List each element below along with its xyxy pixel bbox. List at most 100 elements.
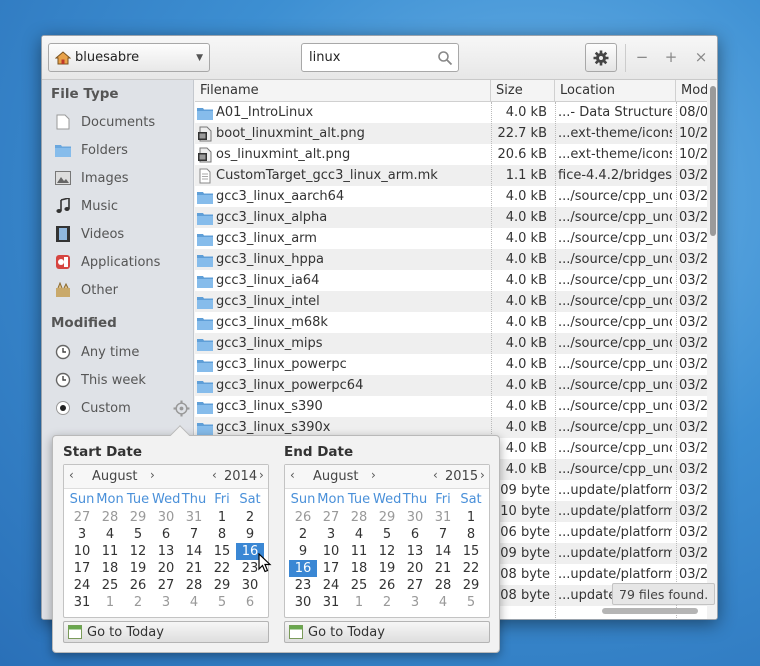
calendar-day[interactable]: 19: [124, 560, 152, 577]
search-box[interactable]: [301, 43, 459, 72]
calendar-day[interactable]: 30: [152, 509, 180, 526]
table-row[interactable]: boot_linuxmint_alt.png 22.7 kB ...ext-them…: [195, 123, 707, 144]
filter-images[interactable]: Images: [54, 167, 129, 189]
calendar-day[interactable]: 3: [152, 594, 180, 611]
calendar-day[interactable]: 5: [373, 526, 401, 543]
modified-any-time[interactable]: Any time: [54, 341, 139, 363]
calendar-day[interactable]: 14: [180, 543, 208, 560]
next-month-button[interactable]: ›: [150, 468, 155, 482]
filter-folders[interactable]: Folders: [54, 139, 128, 161]
calendar-day[interactable]: 18: [96, 560, 124, 577]
calendar-day[interactable]: 26: [124, 577, 152, 594]
calendar-day[interactable]: 26: [373, 577, 401, 594]
calendar-day[interactable]: 4: [96, 526, 124, 543]
prev-month-button[interactable]: ‹: [69, 468, 74, 482]
calendar-day[interactable]: 29: [457, 577, 485, 594]
column-location[interactable]: Location: [555, 80, 676, 102]
maximize-button[interactable]: +: [658, 44, 684, 70]
filter-other[interactable]: Other: [54, 279, 118, 301]
calendar-day[interactable]: 24: [68, 577, 96, 594]
calendar-day[interactable]: 1: [457, 509, 485, 526]
table-row[interactable]: CustomTarget_gcc3_linux_arm.mk 1.1 kB fice…: [195, 165, 707, 186]
table-row[interactable]: os_linuxmint_alt.png 20.6 kB ...ext-theme/…: [195, 144, 707, 165]
calendar-day[interactable]: 11: [345, 543, 373, 560]
table-row[interactable]: gcc3_linux_ia64 4.0 kB .../source/cpp_uno 0…: [195, 270, 707, 291]
calendar-day[interactable]: 3: [68, 526, 96, 543]
prev-year-button[interactable]: ‹: [433, 468, 438, 482]
calendar-day[interactable]: 6: [401, 526, 429, 543]
calendar-day[interactable]: 6: [152, 526, 180, 543]
calendar-day[interactable]: 16: [289, 560, 317, 577]
table-row[interactable]: gcc3_linux_s390 4.0 kB .../source/cpp_uno 0…: [195, 396, 707, 417]
calendar-day[interactable]: 17: [68, 560, 96, 577]
gear-icon[interactable]: [173, 400, 190, 417]
calendar-day[interactable]: 5: [208, 594, 236, 611]
calendar-day[interactable]: 25: [96, 577, 124, 594]
calendar-day[interactable]: 26: [289, 509, 317, 526]
scrollbar-thumb[interactable]: [710, 86, 716, 236]
vertical-scrollbar[interactable]: [707, 80, 717, 619]
custom-radio[interactable]: [56, 401, 70, 415]
calendar-day[interactable]: 31: [429, 509, 457, 526]
calendar-day[interactable]: 4: [345, 526, 373, 543]
calendar-day[interactable]: 7: [429, 526, 457, 543]
calendar-day[interactable]: 12: [373, 543, 401, 560]
search-input[interactable]: [307, 49, 437, 66]
calendar-day[interactable]: 19: [373, 560, 401, 577]
calendar-day[interactable]: 2: [236, 509, 264, 526]
calendar-day[interactable]: 13: [401, 543, 429, 560]
modified-custom[interactable]: Custom: [54, 397, 131, 419]
calendar-day[interactable]: 29: [124, 509, 152, 526]
calendar-day[interactable]: 31: [68, 594, 96, 611]
calendar-day[interactable]: 22: [457, 560, 485, 577]
calendar-day[interactable]: 28: [96, 509, 124, 526]
column-modified[interactable]: Mod: [676, 80, 707, 102]
calendar-day[interactable]: 27: [317, 509, 345, 526]
filter-applications[interactable]: Applications: [54, 251, 160, 273]
settings-button[interactable]: [585, 43, 617, 72]
calendar-day[interactable]: 14: [429, 543, 457, 560]
calendar-day[interactable]: 30: [236, 577, 264, 594]
location-button[interactable]: bluesabre ▼: [48, 43, 210, 72]
table-row[interactable]: gcc3_linux_powerpc64 4.0 kB .../source/cpp…: [195, 375, 707, 396]
calendar-day[interactable]: 24: [317, 577, 345, 594]
calendar-day[interactable]: 20: [152, 560, 180, 577]
prev-year-button[interactable]: ‹: [212, 468, 217, 482]
calendar-day[interactable]: 9: [236, 526, 264, 543]
calendar-day[interactable]: 15: [208, 543, 236, 560]
calendar-day[interactable]: 17: [317, 560, 345, 577]
table-row[interactable]: gcc3_linux_m68k 4.0 kB .../source/cpp_uno 0…: [195, 312, 707, 333]
calendar-day[interactable]: 25: [345, 577, 373, 594]
calendar-day[interactable]: 30: [401, 509, 429, 526]
calendar-day[interactable]: 12: [124, 543, 152, 560]
calendar-day[interactable]: 5: [124, 526, 152, 543]
calendar-day[interactable]: 2: [124, 594, 152, 611]
calendar-day[interactable]: 1: [345, 594, 373, 611]
calendar-day[interactable]: 10: [317, 543, 345, 560]
table-row[interactable]: gcc3_linux_intel 4.0 kB .../source/cpp_uno…: [195, 291, 707, 312]
table-row[interactable]: A01_IntroLinux 4.0 kB ...- Data Structures…: [195, 102, 707, 123]
calendar-day[interactable]: 27: [68, 509, 96, 526]
calendar-day[interactable]: 3: [401, 594, 429, 611]
calendar-day[interactable]: 23: [289, 577, 317, 594]
column-filename[interactable]: Filename: [195, 80, 491, 102]
filter-videos[interactable]: Videos: [54, 223, 124, 245]
modified-this-week[interactable]: This week: [54, 369, 146, 391]
table-row[interactable]: gcc3_linux_alpha 4.0 kB .../source/cpp_uno…: [195, 207, 707, 228]
column-size[interactable]: Size: [491, 80, 555, 102]
calendar-day[interactable]: 2: [373, 594, 401, 611]
table-row[interactable]: gcc3_linux_mips 4.0 kB .../source/cpp_uno 0…: [195, 333, 707, 354]
prev-month-button[interactable]: ‹: [290, 468, 295, 482]
table-row[interactable]: gcc3_linux_arm 4.0 kB .../source/cpp_uno 03…: [195, 228, 707, 249]
go-to-today-button[interactable]: Go to Today: [63, 621, 269, 643]
calendar-day[interactable]: 7: [180, 526, 208, 543]
calendar-day[interactable]: 21: [180, 560, 208, 577]
next-year-button[interactable]: ›: [480, 468, 485, 482]
calendar-day[interactable]: 31: [317, 594, 345, 611]
calendar-day[interactable]: 29: [373, 509, 401, 526]
calendar-day[interactable]: 5: [457, 594, 485, 611]
table-row[interactable]: gcc3_linux_aarch64 4.0 kB .../source/cpp_u…: [195, 186, 707, 207]
calendar-day[interactable]: 28: [429, 577, 457, 594]
table-row[interactable]: gcc3_linux_powerpc 4.0 kB .../source/cpp_u…: [195, 354, 707, 375]
next-year-button[interactable]: ›: [259, 468, 264, 482]
